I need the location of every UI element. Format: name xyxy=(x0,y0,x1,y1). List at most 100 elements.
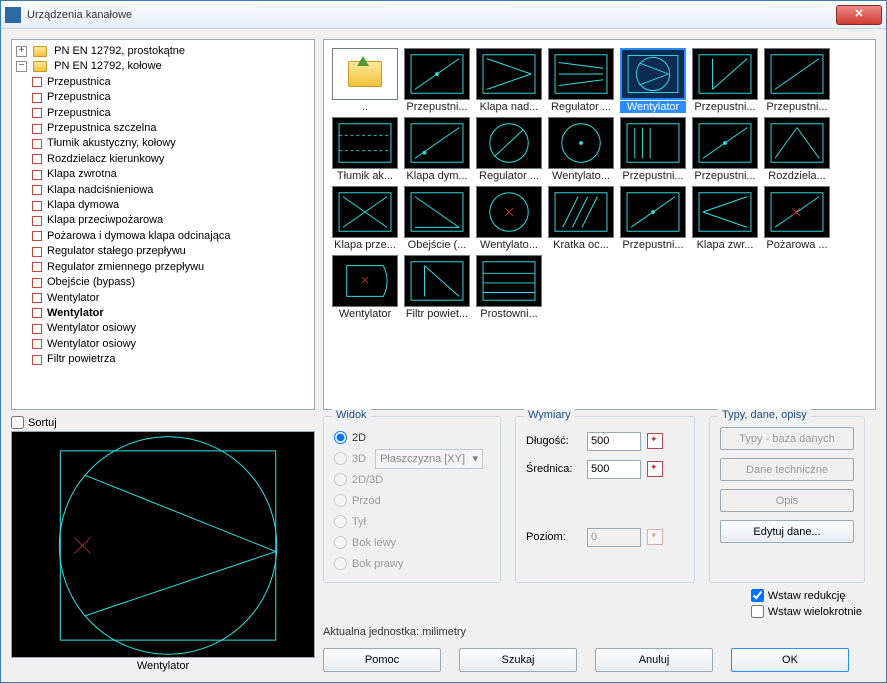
tree-item[interactable]: Przepustnica szczelna xyxy=(32,121,312,136)
tree[interactable]: + PN EN 12792, prostokątne − PN EN 12792… xyxy=(11,39,315,410)
btn-pomoc[interactable]: Pomoc xyxy=(323,648,441,672)
thumbnail-caption: Filtr powiet... xyxy=(404,308,470,320)
thumbnail-caption: Obejście (... xyxy=(404,239,470,251)
leaf-icon xyxy=(32,293,42,303)
thumbnail-item[interactable]: Wentylato... xyxy=(548,117,614,182)
leaf-icon xyxy=(32,262,42,272)
thumbnail-item[interactable]: Przepustni... xyxy=(620,117,686,182)
thumbnail-item[interactable]: Wentylato... xyxy=(476,186,542,251)
tree-item[interactable]: Pożarowa i dymowa klapa odcinająca xyxy=(32,229,312,244)
thumbnail-item[interactable]: Kratka oc... xyxy=(548,186,614,251)
input-dlugosc[interactable] xyxy=(587,432,641,451)
preview-canvas xyxy=(11,431,315,658)
thumbnail-item[interactable]: Prostowni... xyxy=(476,255,542,320)
leaf-icon xyxy=(32,185,42,195)
thumbnail-item[interactable]: Klapa dym... xyxy=(404,117,470,182)
thumbnail-item[interactable]: Regulator ... xyxy=(548,48,614,113)
content: + PN EN 12792, prostokątne − PN EN 12792… xyxy=(1,29,886,682)
tree-item[interactable]: Przepustnica xyxy=(32,106,312,121)
input-srednica[interactable] xyxy=(587,460,641,479)
tree-panel: + PN EN 12792, prostokątne − PN EN 12792… xyxy=(11,39,315,410)
thumbnail-item[interactable]: Pożarowa ... xyxy=(764,186,830,251)
thumbnail-caption: Przepustni... xyxy=(692,101,758,113)
row-srednica: Średnica: xyxy=(526,455,684,483)
thumbnail-item[interactable]: Przepustni... xyxy=(692,117,758,182)
thumbnail-item[interactable]: Wentylator xyxy=(620,48,686,113)
leaf-icon xyxy=(32,108,42,118)
expand-icon[interactable]: + xyxy=(16,46,27,57)
thumbnail-item[interactable]: Regulator ... xyxy=(476,117,542,182)
thumbnail-caption: Klapa zwr... xyxy=(692,239,758,251)
pick-point-icon[interactable] xyxy=(647,433,663,449)
tree-item[interactable]: Rozdzielacz kierunkowy xyxy=(32,152,312,167)
thumbnail-caption: Klapa prze... xyxy=(332,239,398,251)
btn-opis: Opis xyxy=(720,489,854,512)
radio-left: Bok lewy xyxy=(334,532,490,553)
options-column: Widok 2D 3D Płaszczyzna [XY]▾ 2D/3D Przó… xyxy=(323,416,876,672)
thumbnail-item[interactable]: Przepustni... xyxy=(692,48,758,113)
thumbnail-caption: Przepustni... xyxy=(620,239,686,251)
tree-item[interactable]: Klapa zwrotna xyxy=(32,167,312,182)
btn-ok[interactable]: OK xyxy=(731,648,849,672)
thumbnail-item[interactable]: Przepustni... xyxy=(404,48,470,113)
tree-item[interactable]: Klapa przeciwpożarowa xyxy=(32,213,312,228)
thumbnail-item[interactable]: Klapa prze... xyxy=(332,186,398,251)
thumbnail-caption: Przepustni... xyxy=(692,170,758,182)
radio-back: Tył xyxy=(334,511,490,532)
bottom-pane: Sortuj Wentylator xyxy=(11,416,876,672)
insert-checks: Wstaw redukcję Wstaw wielokrotnie xyxy=(751,589,876,618)
top-pane: + PN EN 12792, prostokątne − PN EN 12792… xyxy=(11,39,876,410)
pick-point-icon[interactable] xyxy=(647,461,663,477)
tree-item[interactable]: Klapa nadciśnieniowa xyxy=(32,183,312,198)
leaf-icon xyxy=(32,124,42,134)
tree-item[interactable]: Klapa dymowa xyxy=(32,198,312,213)
leaf-icon xyxy=(32,339,42,349)
tree-root-2[interactable]: − PN EN 12792, kołowe PrzepustnicaPrzepu… xyxy=(16,59,312,367)
pick-point-icon xyxy=(647,529,663,545)
tree-root-1[interactable]: + PN EN 12792, prostokątne xyxy=(16,44,312,59)
preview-label: Wentylator xyxy=(11,660,315,672)
tree-item[interactable]: Wentylator xyxy=(32,306,312,321)
collapse-icon[interactable]: − xyxy=(16,61,27,72)
thumbnail-item[interactable]: Klapa zwr... xyxy=(692,186,758,251)
chk-redukcja[interactable] xyxy=(751,589,764,602)
tree-item[interactable]: Regulator stałego przepływu xyxy=(32,244,312,259)
leaf-icon xyxy=(32,355,42,365)
tree-item[interactable]: Wentylator osiowy xyxy=(32,321,312,336)
thumbnail-item[interactable]: Obejście (... xyxy=(404,186,470,251)
tree-item[interactable]: Obejście (bypass) xyxy=(32,275,312,290)
tree-item[interactable]: Regulator zmiennego przepływu xyxy=(32,260,312,275)
thumbnail-item[interactable]: Tłumik ak... xyxy=(332,117,398,182)
chk-wielokrotnie[interactable] xyxy=(751,605,764,618)
thumbnail-item[interactable]: Przepustni... xyxy=(620,186,686,251)
radio-3d: 3D Płaszczyzna [XY]▾ xyxy=(334,448,490,469)
btn-edytuj[interactable]: Edytuj dane... xyxy=(720,520,854,543)
tree-item[interactable]: Przepustnica xyxy=(32,90,312,105)
folder-icon xyxy=(33,61,47,72)
group-widok: Widok 2D 3D Płaszczyzna [XY]▾ 2D/3D Przó… xyxy=(323,416,501,583)
leaf-icon xyxy=(32,324,42,334)
thumbnail-item[interactable]: Klapa nad... xyxy=(476,48,542,113)
thumbnail-item[interactable]: Wentylator xyxy=(332,255,398,320)
sort-checkbox[interactable] xyxy=(11,416,24,429)
tree-item[interactable]: Wentylator xyxy=(32,291,312,306)
thumbnail-caption: Regulator ... xyxy=(548,101,614,113)
row-dlugosc: Długość: xyxy=(526,427,684,455)
tree-item[interactable]: Przepustnica xyxy=(32,75,312,90)
thumbnail-item[interactable]: Przepustni... xyxy=(764,48,830,113)
close-button[interactable]: ✕ xyxy=(836,5,882,25)
btn-szukaj[interactable]: Szukaj xyxy=(459,648,577,672)
thumbnail-caption: Przepustni... xyxy=(620,170,686,182)
thumbnail-item[interactable]: Rozdziela... xyxy=(764,117,830,182)
thumbnail-caption: Tłumik ak... xyxy=(332,170,398,182)
btn-anuluj[interactable]: Anuluj xyxy=(595,648,713,672)
thumbnail-item[interactable]: .. xyxy=(332,48,398,113)
input-poziom xyxy=(587,528,641,547)
tree-item[interactable]: Wentylator osiowy xyxy=(32,337,312,352)
tree-item[interactable]: Tłumik akustyczny, kołowy xyxy=(32,136,312,151)
radio-2d[interactable]: 2D xyxy=(334,427,490,448)
tree-item[interactable]: Filtr powietrza xyxy=(32,352,312,367)
folder-icon xyxy=(33,46,47,57)
thumbnail-item[interactable]: Filtr powiet... xyxy=(404,255,470,320)
thumbnail-caption: .. xyxy=(332,101,398,113)
